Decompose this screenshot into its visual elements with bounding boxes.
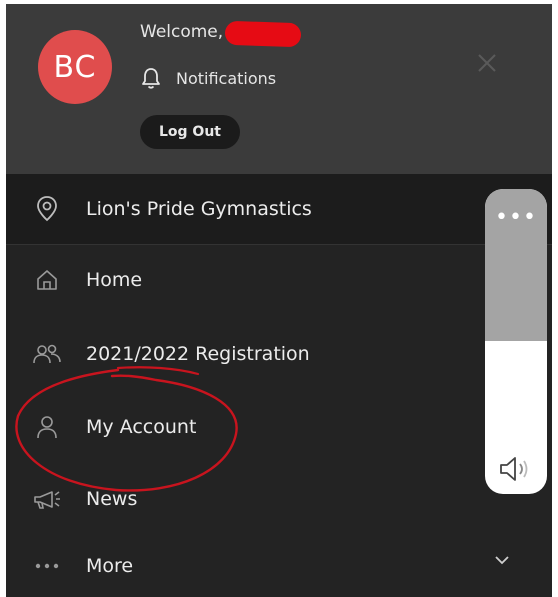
side-menu-panel: BC Welcome, Notifications Log Out Lion's…: [6, 4, 552, 597]
red-circle-annotation: [15, 366, 238, 492]
